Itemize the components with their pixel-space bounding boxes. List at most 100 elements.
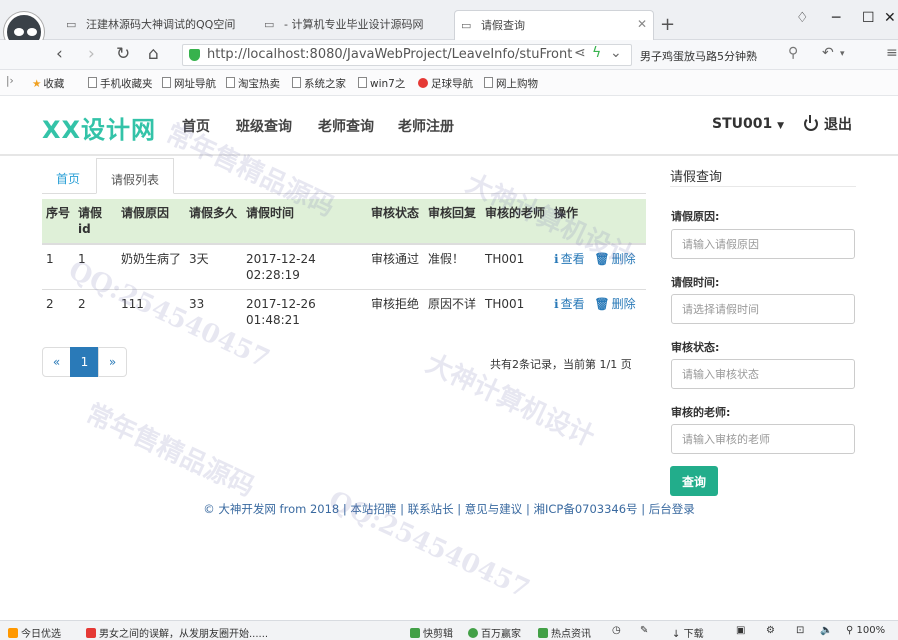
cell-teacher: TH001 [481, 289, 550, 334]
crop-icon[interactable]: ⊡ [796, 625, 804, 636]
column-header: 请假id [74, 199, 117, 245]
view-link[interactable]: ℹ 查看 [554, 252, 585, 266]
page-icon [162, 77, 171, 88]
bookmark-item[interactable]: 手机收藏夹 [88, 76, 153, 91]
url-text: http://localhost:8080/JavaWebProject/Lea… [207, 47, 573, 62]
browser-tab-active[interactable]: ▭ 请假查询 ✕ [454, 10, 654, 40]
view-link[interactable]: ℹ 查看 [554, 297, 585, 311]
status-label: 审核状态: [671, 341, 720, 354]
forward-icon[interactable]: › [88, 44, 95, 64]
reason-input[interactable] [671, 229, 855, 259]
menu-icon[interactable]: ≡ [886, 45, 898, 61]
minimize-icon[interactable]: ─ [832, 10, 840, 26]
content-tabs: 首页 请假列表 [42, 158, 646, 194]
brush-icon[interactable]: ✎ [640, 625, 648, 636]
refresh-icon[interactable]: ↻ [116, 44, 130, 64]
bookmark-item[interactable]: 淘宝热卖 [226, 76, 280, 91]
tab-label: 请假查询 [481, 19, 525, 32]
browser-tab[interactable]: ▭ 汪建林源码大神调试的QQ空间 [60, 10, 248, 40]
page-info: 共有2条记录，当前第 1/1 页 [490, 358, 632, 371]
next-page-button[interactable]: » [98, 347, 127, 377]
nav-class-query[interactable]: 班级查询 [236, 116, 292, 136]
page-icon [358, 77, 367, 88]
bookmark-item[interactable]: win7之 [358, 76, 405, 91]
phone-icon [88, 77, 97, 88]
cell-reply: 原因不详 [424, 289, 481, 334]
delete-link[interactable]: 🗑 删除 [594, 297, 635, 311]
sidebar-toggle-icon[interactable]: |› [6, 75, 14, 87]
bookmark-item[interactable]: ★ 收藏 [32, 76, 64, 91]
tab-favicon-icon: ▭ [66, 18, 77, 31]
close-window-icon[interactable]: ✕ [884, 10, 896, 26]
bookmark-item[interactable]: 网上购物 [484, 76, 538, 91]
status-item[interactable]: 快剪辑 [410, 625, 453, 640]
browser-tab[interactable]: ▭ - 计算机专业毕业设计源码网 [258, 10, 446, 40]
column-header: 请假时间 [242, 199, 367, 245]
cell-actions: ℹ 查看 🗑 删除 [550, 243, 646, 290]
lightning-icon[interactable]: ϟ [592, 45, 601, 61]
nav-teacher-query[interactable]: 老师查询 [318, 116, 374, 136]
pagination: « 1 » [42, 347, 127, 377]
reason-label: 请假原因: [671, 210, 720, 223]
search-icon[interactable]: ⚲ [788, 45, 798, 61]
site-logo[interactable]: XX设计网 [42, 110, 156, 145]
home-icon[interactable]: ⌂ [148, 44, 159, 64]
bag-icon [8, 628, 18, 638]
shirt-icon[interactable]: ♢ [796, 10, 809, 26]
chevron-down-icon[interactable]: ▾ [840, 49, 845, 59]
undo-icon[interactable]: ↶ [822, 45, 834, 61]
query-button[interactable]: 查询 [670, 466, 718, 496]
cell-teacher: TH001 [481, 243, 550, 290]
tab-home[interactable]: 首页 [42, 158, 94, 194]
download-button[interactable]: ↓ 下载 [672, 625, 704, 640]
time-input[interactable] [671, 294, 855, 324]
status-input[interactable] [671, 359, 855, 389]
teacher-input[interactable] [671, 424, 855, 454]
sound-icon[interactable]: 🔈 [820, 625, 832, 636]
browser-tab-bar: ▭ 汪建林源码大神调试的QQ空间 ▭ - 计算机专业毕业设计源码网 ▭ 请假查询… [0, 0, 898, 52]
news-headline[interactable]: 男子鸡蛋放马路5分钟熟 [640, 48, 800, 64]
column-header: 请假多久 [185, 199, 242, 245]
share-icon[interactable]: ⋖ [574, 45, 586, 61]
user-dropdown[interactable]: STU001 ▼ [712, 116, 784, 132]
prev-page-button[interactable]: « [42, 347, 71, 377]
maximize-icon[interactable]: ☐ [862, 10, 875, 26]
cell-reason: 111 [117, 289, 185, 334]
speed-icon[interactable]: ◷ [612, 625, 621, 636]
zoom-level[interactable]: ⚲ 100% [846, 625, 885, 636]
close-tab-icon[interactable]: ✕ [637, 17, 647, 31]
info-icon: ℹ [554, 252, 559, 266]
today-picks[interactable]: 今日优选 [8, 625, 61, 640]
divider [670, 186, 856, 187]
delete-link[interactable]: 🗑 删除 [594, 252, 635, 266]
site-footer[interactable]: © 大神开发网 from 2018 | 本站招聘 | 联系站长 | 意见与建议 … [0, 498, 898, 520]
logout-button[interactable]: 退出 [804, 114, 852, 134]
cell-index: 1 [42, 243, 74, 290]
tool-icon[interactable]: ⚙ [766, 625, 775, 636]
nav-teacher-register[interactable]: 老师注册 [398, 116, 454, 136]
trash-icon: 🗑 [594, 297, 610, 311]
bookmarks-bar: |› ★ 收藏 手机收藏夹 网址导航 淘宝热卖 系统之家 win7之 足球导航 网… [0, 70, 898, 96]
column-header: 请假原因 [117, 199, 185, 245]
search-panel-title: 请假查询 [670, 170, 723, 185]
status-item[interactable]: 热点资讯 [538, 625, 591, 640]
bookmark-item[interactable]: 系统之家 [292, 76, 346, 91]
new-tab-icon[interactable]: + [660, 14, 675, 35]
page-1-button[interactable]: 1 [70, 347, 99, 377]
bookmark-item[interactable]: 足球导航 [418, 76, 473, 91]
info-icon: ℹ [554, 297, 559, 311]
url-field[interactable]: http://localhost:8080/JavaWebProject/Lea… [182, 44, 632, 66]
bookmark-item[interactable]: 网址导航 [162, 76, 216, 91]
mute-icon[interactable]: ▣ [736, 625, 745, 636]
tab-leave-list[interactable]: 请假列表 [96, 158, 174, 194]
cell-actions: ℹ 查看 🗑 删除 [550, 289, 646, 334]
table-header-row: 序号 请假id 请假原因 请假多久 请假时间 审核状态 审核回复 审核的老师 操… [42, 199, 646, 245]
back-icon[interactable]: ‹ [56, 44, 63, 64]
zoom-icon: ⚲ [846, 625, 854, 636]
tab-label: 汪建林源码大神调试的QQ空间 [86, 18, 236, 31]
chevron-down-icon[interactable]: ⌄ [610, 45, 622, 61]
news-ticker[interactable]: 男女之间的误解，从发朋友圈开始...... [86, 625, 268, 640]
nav-home[interactable]: 首页 [182, 116, 210, 136]
status-item[interactable]: 百万赢家 [468, 625, 521, 640]
site-navbar: XX设计网 首页 班级查询 老师查询 老师注册 STU001 ▼ 退出 [0, 96, 898, 156]
